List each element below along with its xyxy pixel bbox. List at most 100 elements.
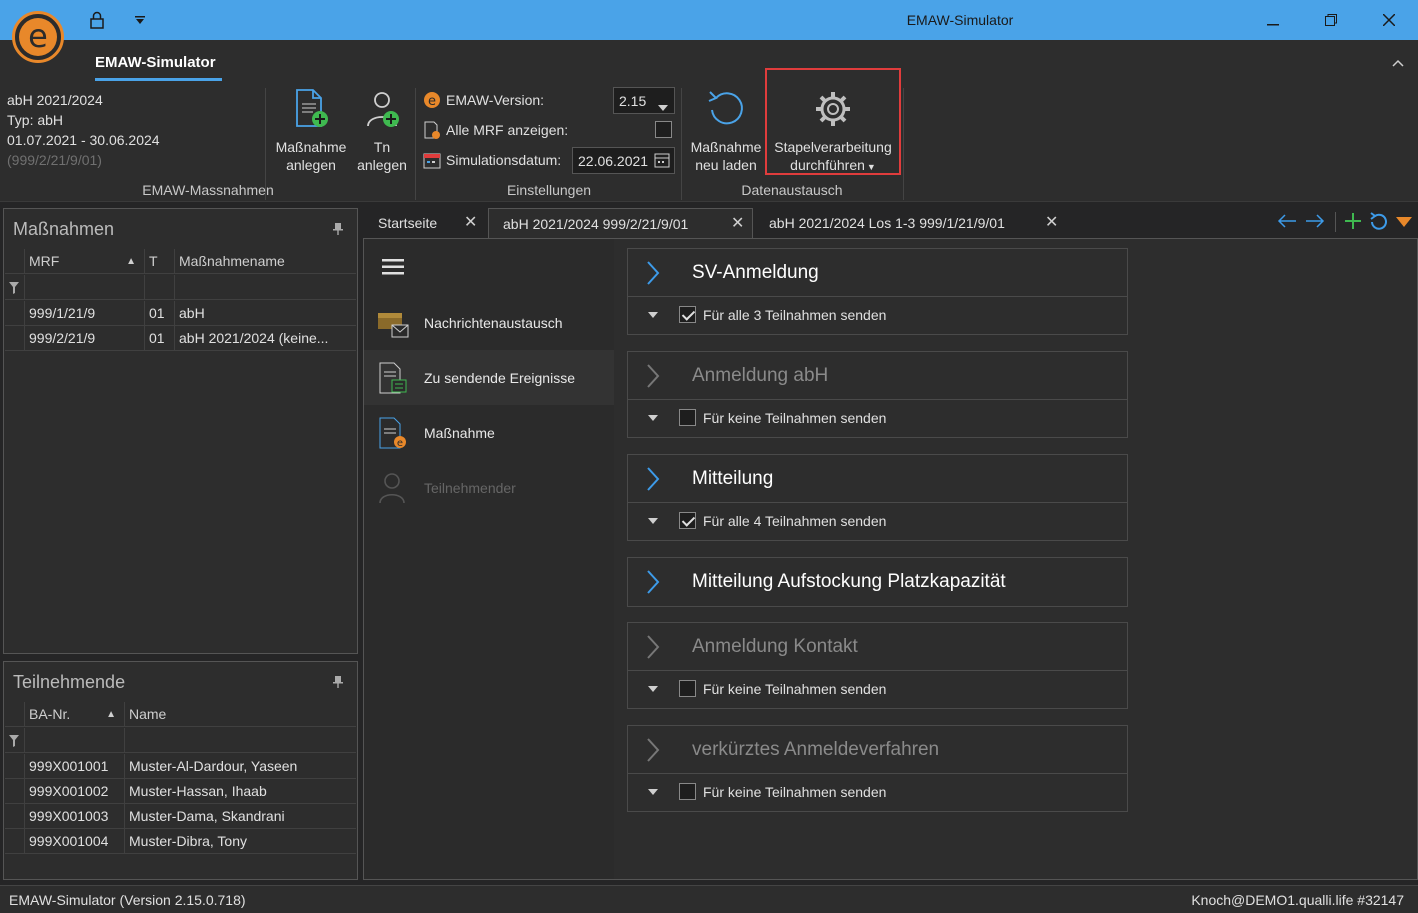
filter-cell[interactable] [144,275,174,300]
document-add-icon [272,88,350,134]
column-header-massnahmename[interactable]: Maßnahmename [174,249,357,274]
info-period: 01.07.2021 - 30.06.2024 [7,132,160,148]
event-name: SV-Anmeldung [692,262,819,283]
chevron-right-icon[interactable] [646,738,660,765]
tab-startseite[interactable]: Startseite ✕ [364,208,484,240]
table-row[interactable]: 999X001001 Muster-Al-Dardour, Yaseen [5,754,356,779]
ribbon-tab-emaw-simulator[interactable]: EMAW-Simulator [95,54,216,71]
cell-ba-nr: 999X001004 [24,829,124,854]
column-header-t[interactable]: T [144,249,174,274]
table-row[interactable]: 999X001002 Muster-Hassan, Ihaab [5,779,356,804]
neu-laden-label-2: neu laden [695,157,757,173]
expand-caret-icon[interactable] [648,686,658,692]
send-option-label: Für keine Teilnahmen senden [703,784,887,800]
column-header-mrf[interactable]: MRF ▲ [24,249,144,274]
tn-anlegen-button[interactable]: Tn anlegen [354,88,410,174]
expand-caret-icon[interactable] [648,789,658,795]
chevron-right-icon[interactable] [646,261,660,288]
event-header[interactable]: Mitteilung Aufstockung Platzkapazität [628,558,1127,606]
tab-abh-2021-2024[interactable]: abH 2021/2024 999/2/21/9/01 ✕ [488,208,753,240]
status-bar: EMAW-Simulator (Version 2.15.0.718) Knoc… [0,885,1418,913]
event-card: verkürztes Anmeldeverfahren Für keine Te… [627,725,1128,812]
send-checkbox[interactable] [679,409,696,426]
send-checkbox[interactable] [679,306,696,323]
expand-caret-icon[interactable] [648,415,658,421]
filter-row[interactable] [5,275,356,300]
ribbon-collapse-icon[interactable] [1392,54,1404,70]
cell-ba-nr: 999X001001 [24,754,124,779]
event-header[interactable]: verkürztes Anmeldeverfahren [628,726,1127,774]
mail-icon [378,307,409,339]
tab-toolbar [1277,211,1412,233]
send-checkbox[interactable] [679,512,696,529]
tab-abh-los-1-3[interactable]: abH 2021/2024 Los 1-3 999/1/21/9/01 ✕ [755,208,1065,240]
person-icon [378,472,406,504]
filter-cell[interactable] [124,728,357,753]
lock-icon[interactable] [80,6,114,34]
group-separator [681,88,682,200]
restore-button[interactable] [1314,6,1348,34]
chevron-right-icon[interactable] [646,467,660,494]
chevron-right-icon[interactable] [646,364,660,391]
simulationsdatum-field[interactable]: 22.06.2021 [572,147,675,174]
chevron-right-icon[interactable] [646,570,660,597]
alle-mrf-checkbox[interactable] [655,121,672,138]
expand-caret-icon[interactable] [648,312,658,318]
sort-asc-icon: ▲ [126,256,136,267]
send-checkbox[interactable] [679,680,696,697]
alle-mrf-label: Alle MRF anzeigen: [446,122,569,138]
close-tab-icon[interactable]: ✕ [464,208,477,238]
chevron-right-icon[interactable] [646,635,660,662]
cell-mrf: 999/2/21/9 [24,326,144,351]
quick-access-dropdown-icon[interactable] [123,6,157,34]
nav-item-massnahme[interactable]: e Maßnahme [364,405,614,460]
filter-cell[interactable] [24,275,144,300]
emaw-version-select[interactable]: 2.15 [613,87,675,114]
close-button[interactable] [1372,6,1406,34]
pin-icon[interactable] [333,223,343,238]
filter-row[interactable] [5,728,356,753]
add-icon[interactable] [1344,212,1362,233]
arrow-left-icon[interactable] [1277,213,1297,231]
event-header[interactable]: Mitteilung [628,455,1127,503]
table-row[interactable]: 999X001003 Muster-Dama, Skandrani [5,804,356,829]
massnahme-neu-laden-button[interactable]: Maßnahme neu laden [686,88,766,174]
arrow-right-icon[interactable] [1305,213,1325,231]
send-checkbox[interactable] [679,783,696,800]
close-tab-icon[interactable]: ✕ [1045,208,1058,238]
simulationsdatum-row: Simulationsdatum: [423,151,561,169]
event-header[interactable]: SV-Anmeldung [628,249,1127,297]
date-picker-icon[interactable] [654,152,670,171]
group-label-datenaustausch: Datenaustausch [741,182,843,198]
hamburger-menu-icon[interactable] [382,259,404,278]
massnahme-anlegen-label-1: Maßnahme [275,139,347,155]
table-row[interactable]: 999/2/21/9 01 abH 2021/2024 (keine... [5,326,356,351]
filter-icon [9,281,19,297]
column-header-ba-nr[interactable]: BA-Nr. ▲ [24,702,124,727]
event-card: Anmeldung abH Für keine Teilnahmen sende… [627,351,1128,438]
minimize-button[interactable] [1256,6,1290,34]
app-logo[interactable]: e [12,11,64,63]
column-header-name[interactable]: Name [124,702,357,727]
nav-item-nachrichtenaustausch[interactable]: Nachrichtenaustausch [364,295,614,350]
filter-cell[interactable] [24,728,124,753]
group-label-einstellungen: Einstellungen [506,182,592,198]
group-separator [415,88,416,200]
filter-cell[interactable] [174,275,357,300]
event-name: Anmeldung Kontakt [692,636,858,657]
event-header[interactable]: Anmeldung Kontakt [628,623,1127,671]
dropdown-icon[interactable] [1396,214,1412,230]
refresh-icon[interactable] [1370,211,1388,233]
pin-icon[interactable] [333,676,343,691]
massnahmen-panel: Maßnahmen MRF ▲ T Maßnahmename 999/1/21/9… [3,208,358,654]
table-row[interactable]: 999/1/21/9 01 abH [5,301,356,326]
event-header[interactable]: Anmeldung abH [628,352,1127,400]
teilnehmende-panel-title: Teilnehmende [13,672,126,692]
nav-item-zu-sendende-ereignisse[interactable]: Zu sendende Ereignisse [364,350,614,405]
tn-anlegen-label-2: anlegen [357,157,407,173]
close-tab-icon[interactable]: ✕ [731,209,744,239]
table-row[interactable]: 999X001004 Muster-Dibra, Tony [5,829,356,854]
expand-caret-icon[interactable] [648,518,658,524]
massnahme-anlegen-button[interactable]: Maßnahme anlegen [272,88,350,174]
send-option-label: Für keine Teilnahmen senden [703,410,887,426]
